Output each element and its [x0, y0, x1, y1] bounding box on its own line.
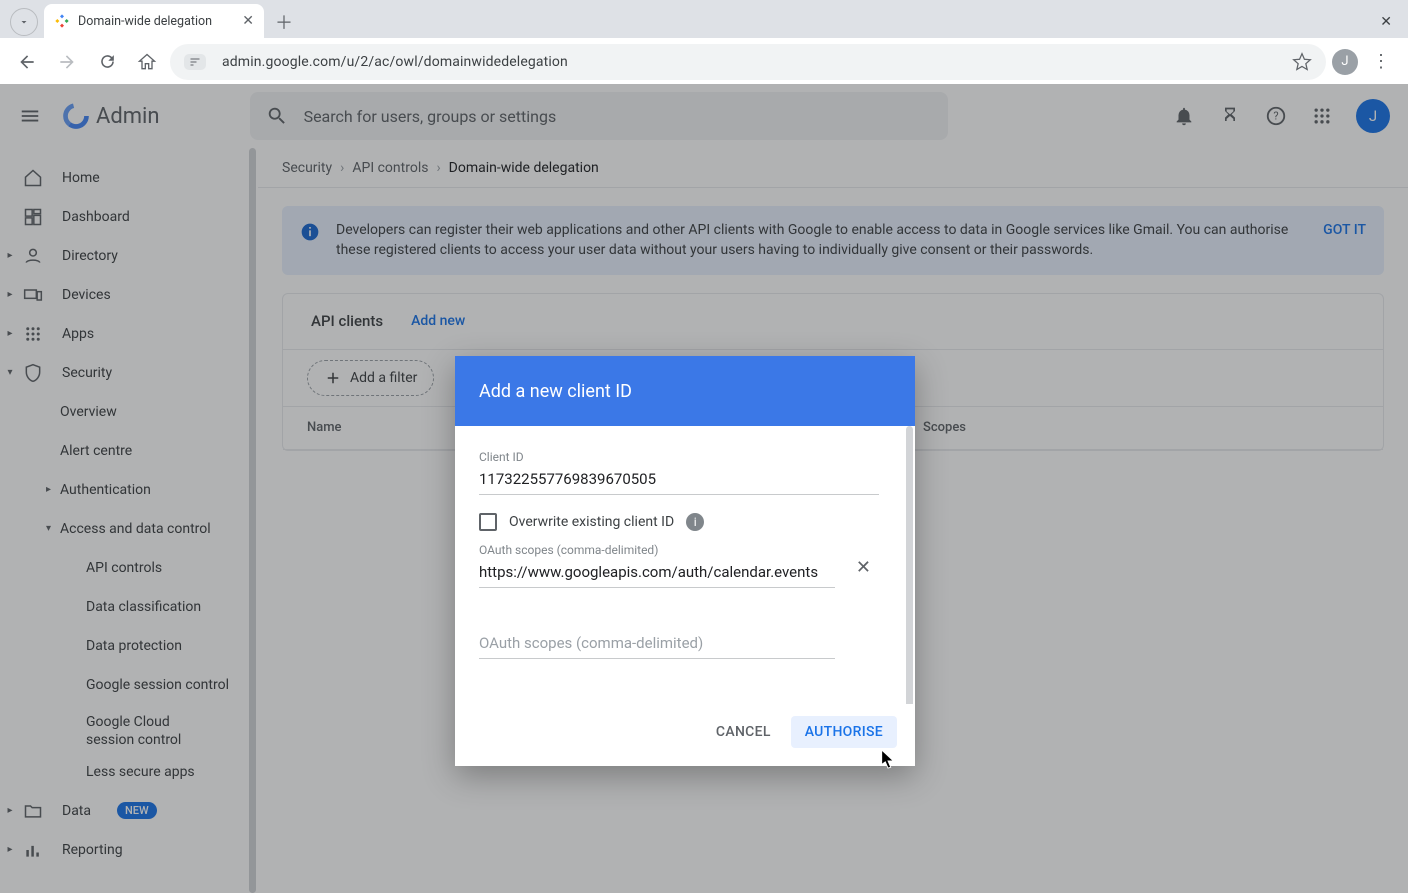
overwrite-checkbox[interactable] [479, 513, 497, 531]
chevron-down-icon [18, 16, 30, 28]
authorise-button[interactable]: AUTHORISE [791, 716, 897, 748]
client-id-input[interactable] [479, 464, 879, 495]
scope-input-2[interactable] [479, 628, 835, 659]
omnibox[interactable]: admin.google.com/u/2/ac/owl/domainwidede… [170, 44, 1326, 80]
tab-title: Domain-wide delegation [78, 14, 212, 29]
browser-chrome: Domain-wide delegation ✕ ＋ ✕ admin.googl… [0, 0, 1408, 84]
window-close-button[interactable]: ✕ [1380, 14, 1392, 30]
clear-scope-button[interactable]: ✕ [856, 557, 871, 578]
new-tab-button[interactable]: ＋ [270, 8, 298, 36]
scope-input-1[interactable] [479, 557, 835, 588]
tab-strip: Domain-wide delegation ✕ ＋ ✕ [0, 0, 1408, 38]
arrow-left-icon [17, 52, 37, 72]
admin-favicon-icon [54, 13, 70, 29]
cancel-button[interactable]: CANCEL [702, 716, 785, 748]
nav-forward-button[interactable] [50, 45, 84, 79]
nav-home-button[interactable] [130, 45, 164, 79]
app-viewport: Admin Search for users, groups or settin… [0, 84, 1408, 893]
tab-close-button[interactable]: ✕ [242, 13, 254, 29]
browser-toolbar: admin.google.com/u/2/ac/owl/domainwidede… [0, 38, 1408, 84]
reload-icon [98, 52, 117, 71]
cursor-icon [879, 749, 897, 771]
site-info-chip[interactable] [184, 54, 206, 70]
add-client-modal: Add a new client ID Client ID Overwrite … [455, 356, 915, 766]
modal-title: Add a new client ID [455, 356, 915, 426]
browser-tab[interactable]: Domain-wide delegation ✕ [44, 4, 264, 38]
overwrite-label: Overwrite existing client ID [509, 514, 674, 530]
arrow-right-icon [57, 52, 77, 72]
tab-search-button[interactable] [10, 8, 38, 36]
bookmark-button[interactable] [1292, 52, 1312, 72]
home-outline-icon [137, 52, 157, 72]
modal-scrollbar[interactable] [906, 426, 913, 704]
tune-icon [189, 56, 201, 68]
star-outline-icon [1292, 52, 1312, 72]
nav-reload-button[interactable] [90, 45, 124, 79]
profile-button[interactable]: J [1332, 49, 1358, 75]
nav-back-button[interactable] [10, 45, 44, 79]
window-controls: ✕ [1380, 14, 1408, 38]
url-text: admin.google.com/u/2/ac/owl/domainwidede… [218, 54, 1280, 70]
info-tooltip-icon[interactable]: i [686, 513, 704, 531]
browser-menu-button[interactable]: ⋮ [1364, 51, 1398, 72]
scopes-label: OAuth scopes (comma-delimited) [479, 543, 891, 557]
client-id-label: Client ID [479, 450, 891, 464]
